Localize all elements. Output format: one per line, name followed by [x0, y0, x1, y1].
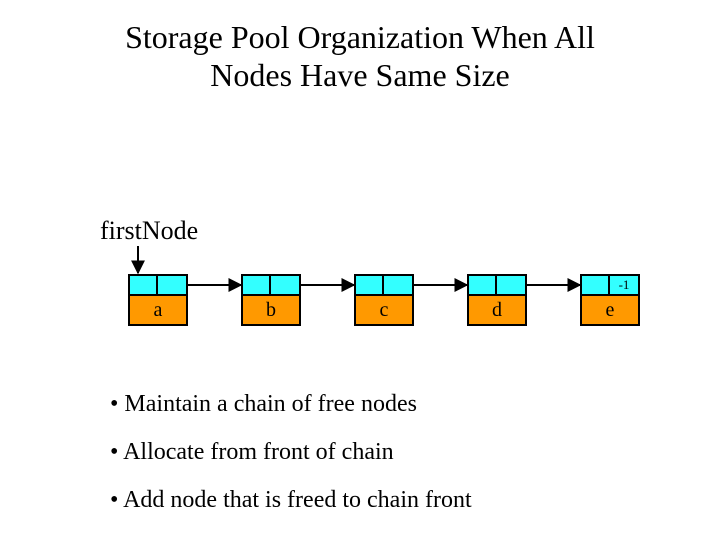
node-a-label: a	[128, 296, 188, 326]
node-a: a	[128, 274, 188, 326]
slide-title: Storage Pool Organization When All Nodes…	[0, 18, 720, 95]
node-e-label: e	[580, 296, 640, 326]
node-c-label: c	[354, 296, 414, 326]
linked-list-diagram: a b c d -1	[118, 260, 638, 340]
node-b: b	[241, 274, 301, 326]
bullet-3: • Add node that is freed to chain front	[110, 476, 472, 524]
node-c-ptr-out	[384, 276, 412, 294]
node-a-ptr-out	[158, 276, 186, 294]
node-d-top	[467, 274, 527, 296]
node-e-top: -1	[580, 274, 640, 296]
node-c-ptr-in	[356, 276, 384, 294]
node-d-ptr-in	[469, 276, 497, 294]
node-a-top	[128, 274, 188, 296]
node-e-null: -1	[610, 276, 638, 294]
node-a-ptr-in	[130, 276, 158, 294]
node-c-top	[354, 274, 414, 296]
title-line-1: Storage Pool Organization When All	[125, 19, 595, 55]
bullet-list: • Maintain a chain of free nodes • Alloc…	[110, 380, 472, 524]
node-b-top	[241, 274, 301, 296]
node-b-label: b	[241, 296, 301, 326]
bullet-1: • Maintain a chain of free nodes	[110, 380, 472, 428]
node-e: -1 e	[580, 274, 640, 326]
node-d: d	[467, 274, 527, 326]
node-d-label: d	[467, 296, 527, 326]
slide: Storage Pool Organization When All Nodes…	[0, 0, 720, 540]
node-c: c	[354, 274, 414, 326]
first-node-label: firstNode	[100, 216, 198, 246]
title-line-2: Nodes Have Same Size	[210, 57, 509, 93]
node-e-ptr-in	[582, 276, 610, 294]
bullet-2: • Allocate from front of chain	[110, 428, 472, 476]
node-b-ptr-out	[271, 276, 299, 294]
node-d-ptr-out	[497, 276, 525, 294]
node-b-ptr-in	[243, 276, 271, 294]
